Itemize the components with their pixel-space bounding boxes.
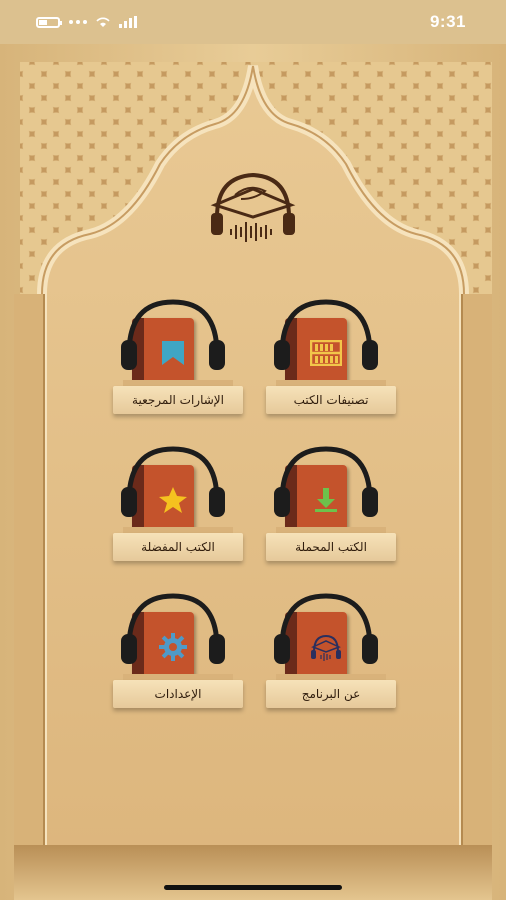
menu-item-label: الكتب المحملة (295, 540, 367, 554)
shelf-plate: الإشارات المرجعية (113, 386, 243, 414)
status-bar: 9:31 (0, 0, 506, 44)
shelf-plate: عن البرنامج (266, 680, 396, 708)
shelf-plate: الكتب المفضلة (113, 533, 243, 561)
menu-item-label: الإشارات المرجعية (132, 393, 224, 407)
wifi-icon (96, 16, 110, 28)
headphones-icon (274, 446, 378, 517)
shelf-plate: الكتب المحملة (266, 533, 396, 561)
app-logo (205, 165, 301, 247)
headphones-icon (121, 593, 225, 664)
menu-item-settings[interactable]: الإعدادات (113, 592, 243, 717)
menu-item-categories[interactable]: تصنيفات الكتب (266, 298, 396, 423)
menu-item-downloaded[interactable]: الكتب المحملة (266, 445, 396, 570)
battery-icon (36, 16, 62, 28)
shelf-plate: تصنيفات الكتب (266, 386, 396, 414)
menu-item-about[interactable]: عن البرنامج (266, 592, 396, 717)
menu-item-favorites[interactable]: الكتب المفضلة (113, 445, 243, 570)
headphones-icon (121, 446, 225, 517)
menu-item-label: تصنيفات الكتب (293, 393, 369, 407)
floor-shelf (14, 845, 492, 900)
headphones-book-logo-icon (210, 172, 296, 242)
status-icons (36, 16, 137, 28)
shelf-plate: الإعدادات (113, 680, 243, 708)
home-indicator[interactable] (164, 885, 342, 890)
menu-item-label: عن البرنامج (301, 687, 361, 701)
headphones-icon (121, 299, 225, 370)
headphones-icon (274, 299, 378, 370)
status-time: 9:31 (429, 12, 466, 31)
headphones-icon (274, 593, 378, 664)
menu-item-label: الكتب المفضلة (141, 540, 215, 554)
menu-item-bookmarks[interactable]: الإشارات المرجعية (113, 298, 243, 423)
dots-icon (69, 20, 87, 24)
menu-item-label: الإعدادات (154, 687, 202, 701)
signal-icon (119, 16, 137, 28)
